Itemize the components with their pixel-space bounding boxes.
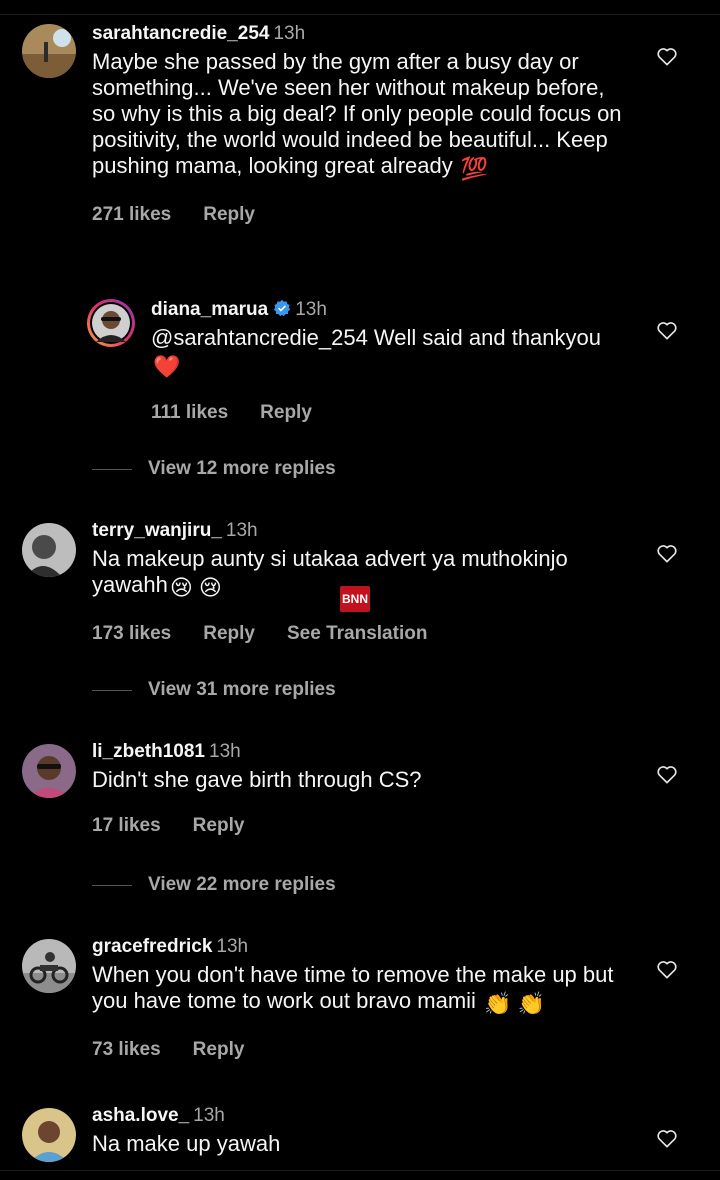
- comment-time: 13h: [295, 299, 327, 320]
- comment-username[interactable]: gracefredrick: [92, 936, 212, 957]
- thread-line: [92, 468, 132, 470]
- likes-count[interactable]: 173 likes: [92, 623, 171, 645]
- avatar[interactable]: [22, 1108, 76, 1162]
- likes-count[interactable]: 17 likes: [92, 815, 161, 837]
- reply-button[interactable]: Reply: [193, 1039, 245, 1061]
- heart-outline-icon[interactable]: [656, 764, 678, 784]
- comment-username[interactable]: asha.love_: [92, 1105, 189, 1126]
- comment-username[interactable]: terry_wanjiru_: [92, 520, 222, 541]
- heart-outline-icon[interactable]: [656, 320, 678, 340]
- comment-time: 13h: [225, 520, 258, 541]
- comment-text: Maybe she passed by the gym after a busy…: [92, 49, 622, 181]
- comment-username[interactable]: li_zbeth1081: [92, 741, 205, 762]
- see-translation-button[interactable]: See Translation: [287, 623, 427, 645]
- crying-face-emoji: 😢 😢: [169, 575, 222, 600]
- comment-text: Didn't she gave birth through CS?: [92, 767, 422, 792]
- view-more-replies[interactable]: View 12 more replies: [92, 458, 336, 482]
- comment-time: 13h: [209, 741, 241, 762]
- watermark-logo: BNN: [340, 586, 370, 612]
- comment-time: 13h: [273, 23, 306, 44]
- comment-time: 13h: [193, 1105, 225, 1126]
- avatar-story-ring[interactable]: [86, 298, 136, 348]
- avatar[interactable]: [22, 744, 76, 798]
- clapping-hands-emoji: 👏 👏: [484, 991, 545, 1016]
- reply-button[interactable]: Reply: [203, 204, 255, 226]
- comment-text: Na make up yawah: [92, 1131, 281, 1156]
- likes-count[interactable]: 73 likes: [92, 1039, 161, 1061]
- thread-line: [92, 884, 132, 886]
- bottom-divider: [0, 1170, 720, 1171]
- avatar[interactable]: [22, 24, 76, 78]
- view-more-label[interactable]: View 12 more replies: [148, 458, 336, 479]
- verified-badge-icon: [273, 299, 291, 317]
- comment-text: When you don't have time to remove the m…: [92, 962, 614, 1016]
- hundred-points-emoji: 💯: [460, 156, 489, 181]
- comment-username[interactable]: diana_marua: [151, 299, 268, 320]
- comment-username[interactable]: sarahtancredie_254: [92, 23, 269, 44]
- avatar[interactable]: [22, 523, 76, 577]
- reply-button[interactable]: Reply: [193, 815, 245, 837]
- reply-button[interactable]: Reply: [203, 623, 255, 645]
- likes-count[interactable]: 111 likes: [151, 402, 228, 424]
- heart-outline-icon[interactable]: [656, 1128, 678, 1148]
- thread-line: [92, 689, 132, 691]
- top-divider: [0, 14, 720, 15]
- heart-outline-icon[interactable]: [656, 543, 678, 563]
- comment-text: @sarahtancredie_254 Well said and thanky…: [151, 325, 601, 379]
- likes-count[interactable]: 271 likes: [92, 204, 171, 226]
- view-more-replies[interactable]: View 22 more replies: [92, 874, 336, 898]
- red-heart-emoji: ❤️: [153, 354, 181, 379]
- comment-time: 13h: [216, 936, 249, 957]
- view-more-replies[interactable]: View 31 more replies: [92, 679, 336, 703]
- avatar[interactable]: [22, 939, 76, 993]
- view-more-label[interactable]: View 31 more replies: [148, 679, 336, 700]
- view-more-label[interactable]: View 22 more replies: [148, 874, 336, 895]
- heart-outline-icon[interactable]: [656, 46, 678, 66]
- heart-outline-icon[interactable]: [656, 959, 678, 979]
- reply-button[interactable]: Reply: [260, 402, 312, 424]
